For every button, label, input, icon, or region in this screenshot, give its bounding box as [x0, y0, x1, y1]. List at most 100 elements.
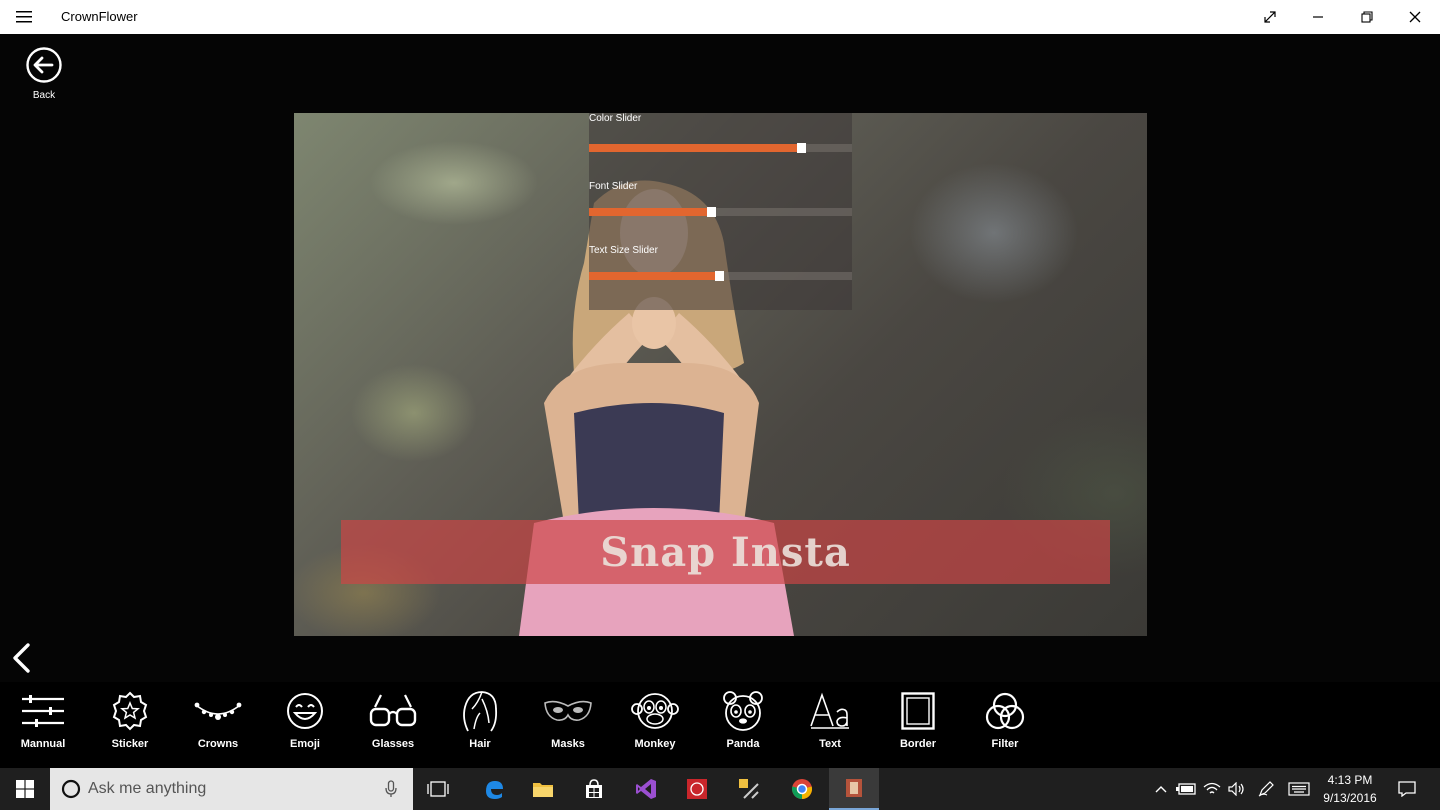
color-slider[interactable]	[589, 143, 852, 153]
border-icon	[901, 692, 935, 730]
taskbar-file-explorer[interactable]	[521, 768, 565, 810]
taskbar-clock[interactable]: 4:13 PM 9/13/2016	[1316, 771, 1384, 807]
tool-crowns[interactable]: Crowns	[183, 688, 253, 760]
tool-sticker[interactable]: Sticker	[95, 688, 165, 760]
text-size-slider[interactable]	[589, 271, 852, 281]
tool-mannual-label: Mannual	[20, 738, 66, 750]
show-hidden-icons-button[interactable]	[1150, 768, 1172, 810]
taskbar-crownflower[interactable]	[829, 768, 879, 810]
mask-icon	[544, 700, 592, 721]
hamburger-menu-button[interactable]	[8, 2, 40, 32]
taskbar-store[interactable]	[572, 768, 616, 810]
toolbar-prev-button[interactable]	[9, 642, 33, 674]
close-button[interactable]	[1392, 0, 1438, 34]
battery-icon	[1176, 783, 1196, 795]
text-size-slider-label: Text Size Slider	[589, 245, 658, 256]
color-slider-fill	[589, 144, 797, 152]
text-size-slider-thumb[interactable]	[715, 271, 724, 281]
banner-text: Snap Insta	[600, 528, 851, 576]
slider-panel: Color Slider Font Slider Text Size Slide…	[589, 113, 852, 310]
fullscreen-button[interactable]	[1247, 0, 1293, 34]
taskbar-app-tools[interactable]	[727, 768, 771, 810]
tool-text-label: Text	[819, 738, 841, 750]
app-window: CrownFlower Back Color Slider Font Slide…	[0, 0, 1440, 810]
fullscreen-icon	[1264, 11, 1276, 23]
task-view-button[interactable]	[418, 768, 458, 810]
tool-panda[interactable]: Panda	[708, 688, 778, 760]
tool-hair-label: Hair	[469, 738, 491, 750]
minimize-button[interactable]	[1295, 0, 1341, 34]
photo-canvas[interactable]: Color Slider Font Slider Text Size Slide…	[294, 113, 1147, 636]
taskbar-app-red[interactable]	[675, 768, 719, 810]
tool-emoji[interactable]: Emoji	[270, 688, 340, 760]
back-arrow-icon	[26, 47, 62, 83]
close-icon	[1409, 11, 1421, 23]
store-bag-icon	[586, 779, 602, 798]
tool-mannual[interactable]: Mannual	[8, 688, 78, 760]
tool-emoji-label: Emoji	[290, 738, 320, 750]
restore-button[interactable]	[1344, 0, 1390, 34]
notification-icon	[1398, 781, 1416, 797]
touch-keyboard-button[interactable]	[1285, 768, 1313, 810]
text-aa-icon	[810, 692, 849, 729]
chevron-left-icon	[13, 643, 30, 673]
edge-icon	[486, 781, 503, 799]
hamburger-icon	[16, 11, 32, 23]
tool-masks[interactable]: Masks	[533, 688, 603, 760]
pen-button[interactable]	[1254, 768, 1278, 810]
chrome-icon	[791, 779, 813, 799]
task-view-icon	[427, 781, 449, 797]
tool-glasses-label: Glasses	[371, 738, 415, 750]
app-red-icon	[687, 779, 707, 799]
font-slider[interactable]	[589, 207, 852, 217]
tool-glasses[interactable]: Glasses	[358, 688, 428, 760]
tool-crowns-label: Crowns	[197, 738, 239, 750]
tool-border-label: Border	[899, 738, 937, 750]
keyboard-icon	[1288, 782, 1310, 796]
taskbar-visual-studio[interactable]	[624, 768, 668, 810]
font-slider-thumb[interactable]	[707, 207, 716, 217]
tool-text[interactable]: Text	[795, 688, 865, 760]
font-slider-fill	[589, 208, 707, 216]
tool-panda-label: Panda	[726, 738, 760, 750]
smiley-icon	[287, 693, 323, 729]
text-size-slider-fill	[589, 272, 715, 280]
tool-monkey[interactable]: Monkey	[620, 688, 690, 760]
editor-area: Back Color Slider Font Slider Text Size …	[0, 34, 1440, 768]
tool-bar: Mannual Sticker Crowns Emoji Glasses Hai…	[0, 682, 1440, 768]
window-title: CrownFlower	[61, 9, 138, 24]
tool-filter[interactable]: Filter	[970, 688, 1040, 760]
clock-time: 4:13 PM	[1327, 773, 1373, 787]
volume-icon	[1228, 782, 1244, 796]
battery-button[interactable]	[1174, 768, 1198, 810]
action-center-button[interactable]	[1392, 768, 1422, 810]
tool-filter-label: Filter	[991, 738, 1019, 750]
search-input[interactable]	[88, 779, 368, 799]
color-slider-thumb[interactable]	[797, 143, 806, 153]
wifi-button[interactable]	[1200, 768, 1224, 810]
tool-hair[interactable]: Hair	[445, 688, 515, 760]
pen-icon	[1258, 781, 1274, 797]
taskbar-edge[interactable]	[472, 768, 516, 810]
microphone-icon[interactable]	[385, 780, 397, 798]
wifi-icon	[1203, 782, 1221, 794]
title-bar: CrownFlower	[0, 0, 1440, 34]
back-button[interactable]: Back	[23, 46, 65, 101]
start-button[interactable]	[0, 768, 50, 810]
tool-sticker-label: Sticker	[111, 738, 149, 750]
clock-date: 9/13/2016	[1323, 791, 1377, 805]
tool-monkey-label: Monkey	[634, 738, 676, 750]
taskbar: 4:13 PM 9/13/2016	[0, 768, 1440, 810]
cortana-icon	[61, 779, 81, 799]
text-banner[interactable]: Snap Insta	[341, 520, 1110, 584]
visual-studio-icon	[636, 779, 656, 799]
folder-icon	[533, 783, 553, 797]
taskbar-search[interactable]	[50, 768, 413, 810]
taskbar-chrome[interactable]	[780, 768, 824, 810]
volume-button[interactable]	[1225, 768, 1249, 810]
star-badge-icon	[112, 691, 148, 731]
back-label: Back	[32, 90, 56, 101]
color-slider-label: Color Slider	[589, 113, 642, 124]
tools-icon	[739, 779, 759, 799]
tool-border[interactable]: Border	[883, 688, 953, 760]
